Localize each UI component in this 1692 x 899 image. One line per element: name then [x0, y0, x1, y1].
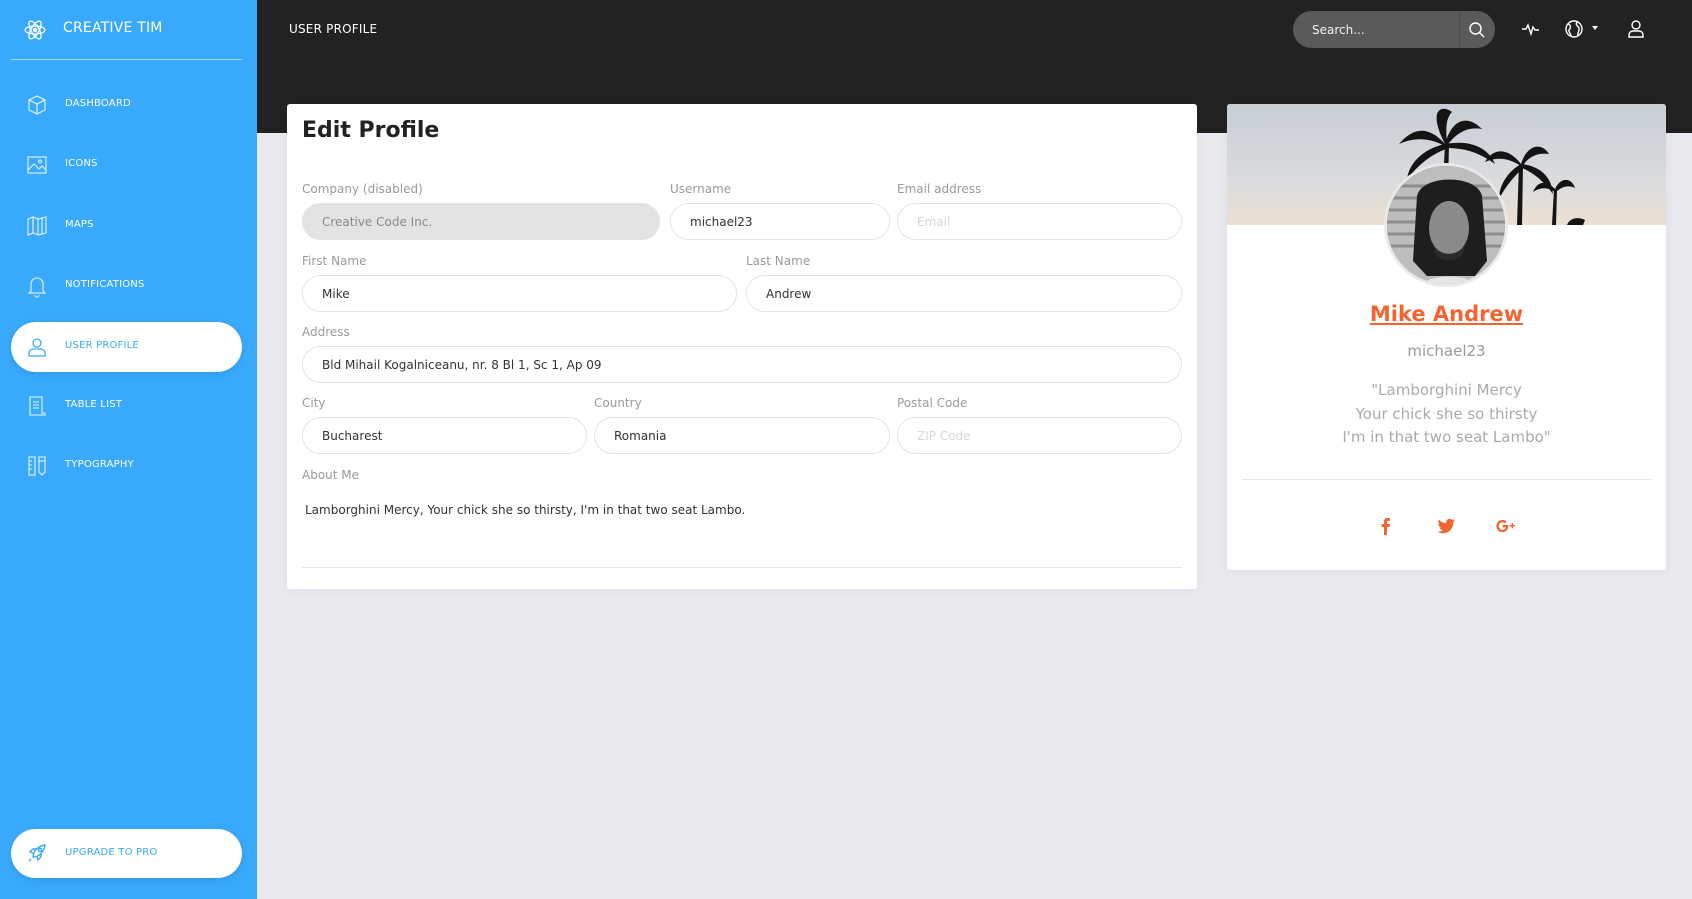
quote-line: "Lamborghini Mercy — [1371, 381, 1522, 399]
logo-text: CREATIVE TIM — [63, 20, 163, 36]
sidebar-item-label: DASHBOARD — [65, 98, 131, 109]
about-underline — [302, 567, 1182, 568]
sidebar-item-label: USER PROFILE — [65, 340, 139, 351]
sidebar-item-user-profile[interactable]: USER PROFILE — [11, 322, 242, 372]
search-button[interactable] — [1460, 11, 1495, 48]
last-name-field[interactable] — [746, 275, 1182, 312]
edit-profile-card: Edit Profile Company (disabled) Username… — [287, 104, 1197, 589]
user-icon — [25, 335, 49, 359]
quote-line: Your chick she so thirsty — [1355, 404, 1538, 423]
city-field[interactable] — [302, 417, 587, 454]
about-label: About Me — [302, 468, 360, 482]
sidebar-item-label: TYPOGRAPHY — [65, 459, 134, 470]
country-label: Country — [594, 396, 642, 410]
google-plus-icon[interactable] — [1494, 514, 1518, 538]
postal-code-label: Postal Code — [897, 396, 968, 410]
email-field[interactable] — [897, 203, 1182, 240]
username-field[interactable] — [670, 203, 890, 240]
postal-code-field[interactable] — [897, 417, 1182, 454]
logo[interactable]: CREATIVE TIM — [0, 0, 257, 60]
activity-icon[interactable] — [1519, 17, 1543, 41]
address-field[interactable] — [302, 346, 1182, 383]
map-icon — [25, 214, 49, 238]
sidebar-item-label: MAPS — [65, 219, 94, 230]
first-name-field[interactable] — [302, 275, 737, 312]
rocket-icon — [25, 841, 49, 865]
address-label: Address — [302, 325, 350, 339]
profile-name-link[interactable]: Mike Andrew — [1227, 302, 1666, 326]
twitter-icon[interactable] — [1434, 514, 1458, 538]
quote-line: I'm in that two seat Lambo" — [1342, 428, 1551, 446]
sidebar-item-label: ICONS — [65, 158, 98, 169]
search-box — [1293, 11, 1495, 48]
chevron-down-icon[interactable] — [1592, 26, 1598, 30]
search-input[interactable] — [1293, 11, 1459, 48]
avatar-photo — [1387, 166, 1505, 284]
upgrade-label: UPGRADE TO PRO — [65, 847, 158, 858]
page-title[interactable]: USER PROFILE — [289, 22, 377, 36]
bell-icon — [25, 274, 49, 298]
first-name-label: First Name — [302, 254, 367, 268]
sidebar-item-icons[interactable]: ICONS — [11, 140, 242, 190]
image-icon — [25, 153, 49, 177]
avatar[interactable] — [1384, 163, 1508, 287]
sidebar-item-maps[interactable]: MAPS — [11, 201, 242, 251]
card-title: Edit Profile — [302, 118, 440, 143]
logo-divider — [11, 59, 242, 60]
about-me-textarea[interactable]: Lamborghini Mercy, Your chick she so thi… — [305, 503, 1175, 563]
sidebar-item-typography[interactable]: TYPOGRAPHY — [11, 441, 242, 491]
sidebar-item-notifications[interactable]: NOTIFICATIONS — [11, 261, 242, 311]
cube-icon — [25, 93, 49, 117]
sidebar-item-dashboard[interactable]: DASHBOARD — [11, 80, 242, 130]
facebook-icon[interactable] — [1374, 514, 1398, 538]
username-label: Username — [670, 182, 732, 196]
city-label: City — [302, 396, 326, 410]
upgrade-to-pro-button[interactable]: UPGRADE TO PRO — [11, 829, 242, 878]
sidebar: CREATIVE TIM DASHBOARD ICONS MAPS NOTIFI… — [0, 0, 257, 899]
profile-quote: "Lamborghini Mercy Your chick she so thi… — [1227, 379, 1666, 450]
company-field — [302, 203, 660, 240]
sidebar-item-label: NOTIFICATIONS — [65, 279, 145, 290]
atom-icon — [23, 18, 47, 42]
profile-card: Mike Andrew michael23 "Lamborghini Mercy… — [1227, 104, 1666, 570]
sidebar-item-label: TABLE LIST — [65, 399, 123, 410]
country-field[interactable] — [594, 417, 890, 454]
document-icon — [25, 394, 49, 418]
email-label: Email address — [897, 182, 982, 196]
sidebar-item-table-list[interactable]: TABLE LIST — [11, 381, 242, 431]
user-icon[interactable] — [1624, 17, 1648, 41]
last-name-label: Last Name — [746, 254, 811, 268]
ruler-pencil-icon — [25, 454, 49, 478]
company-label: Company (disabled) — [302, 182, 423, 196]
profile-username: michael23 — [1407, 342, 1486, 360]
profile-divider — [1242, 479, 1651, 480]
globe-icon[interactable] — [1562, 17, 1586, 41]
